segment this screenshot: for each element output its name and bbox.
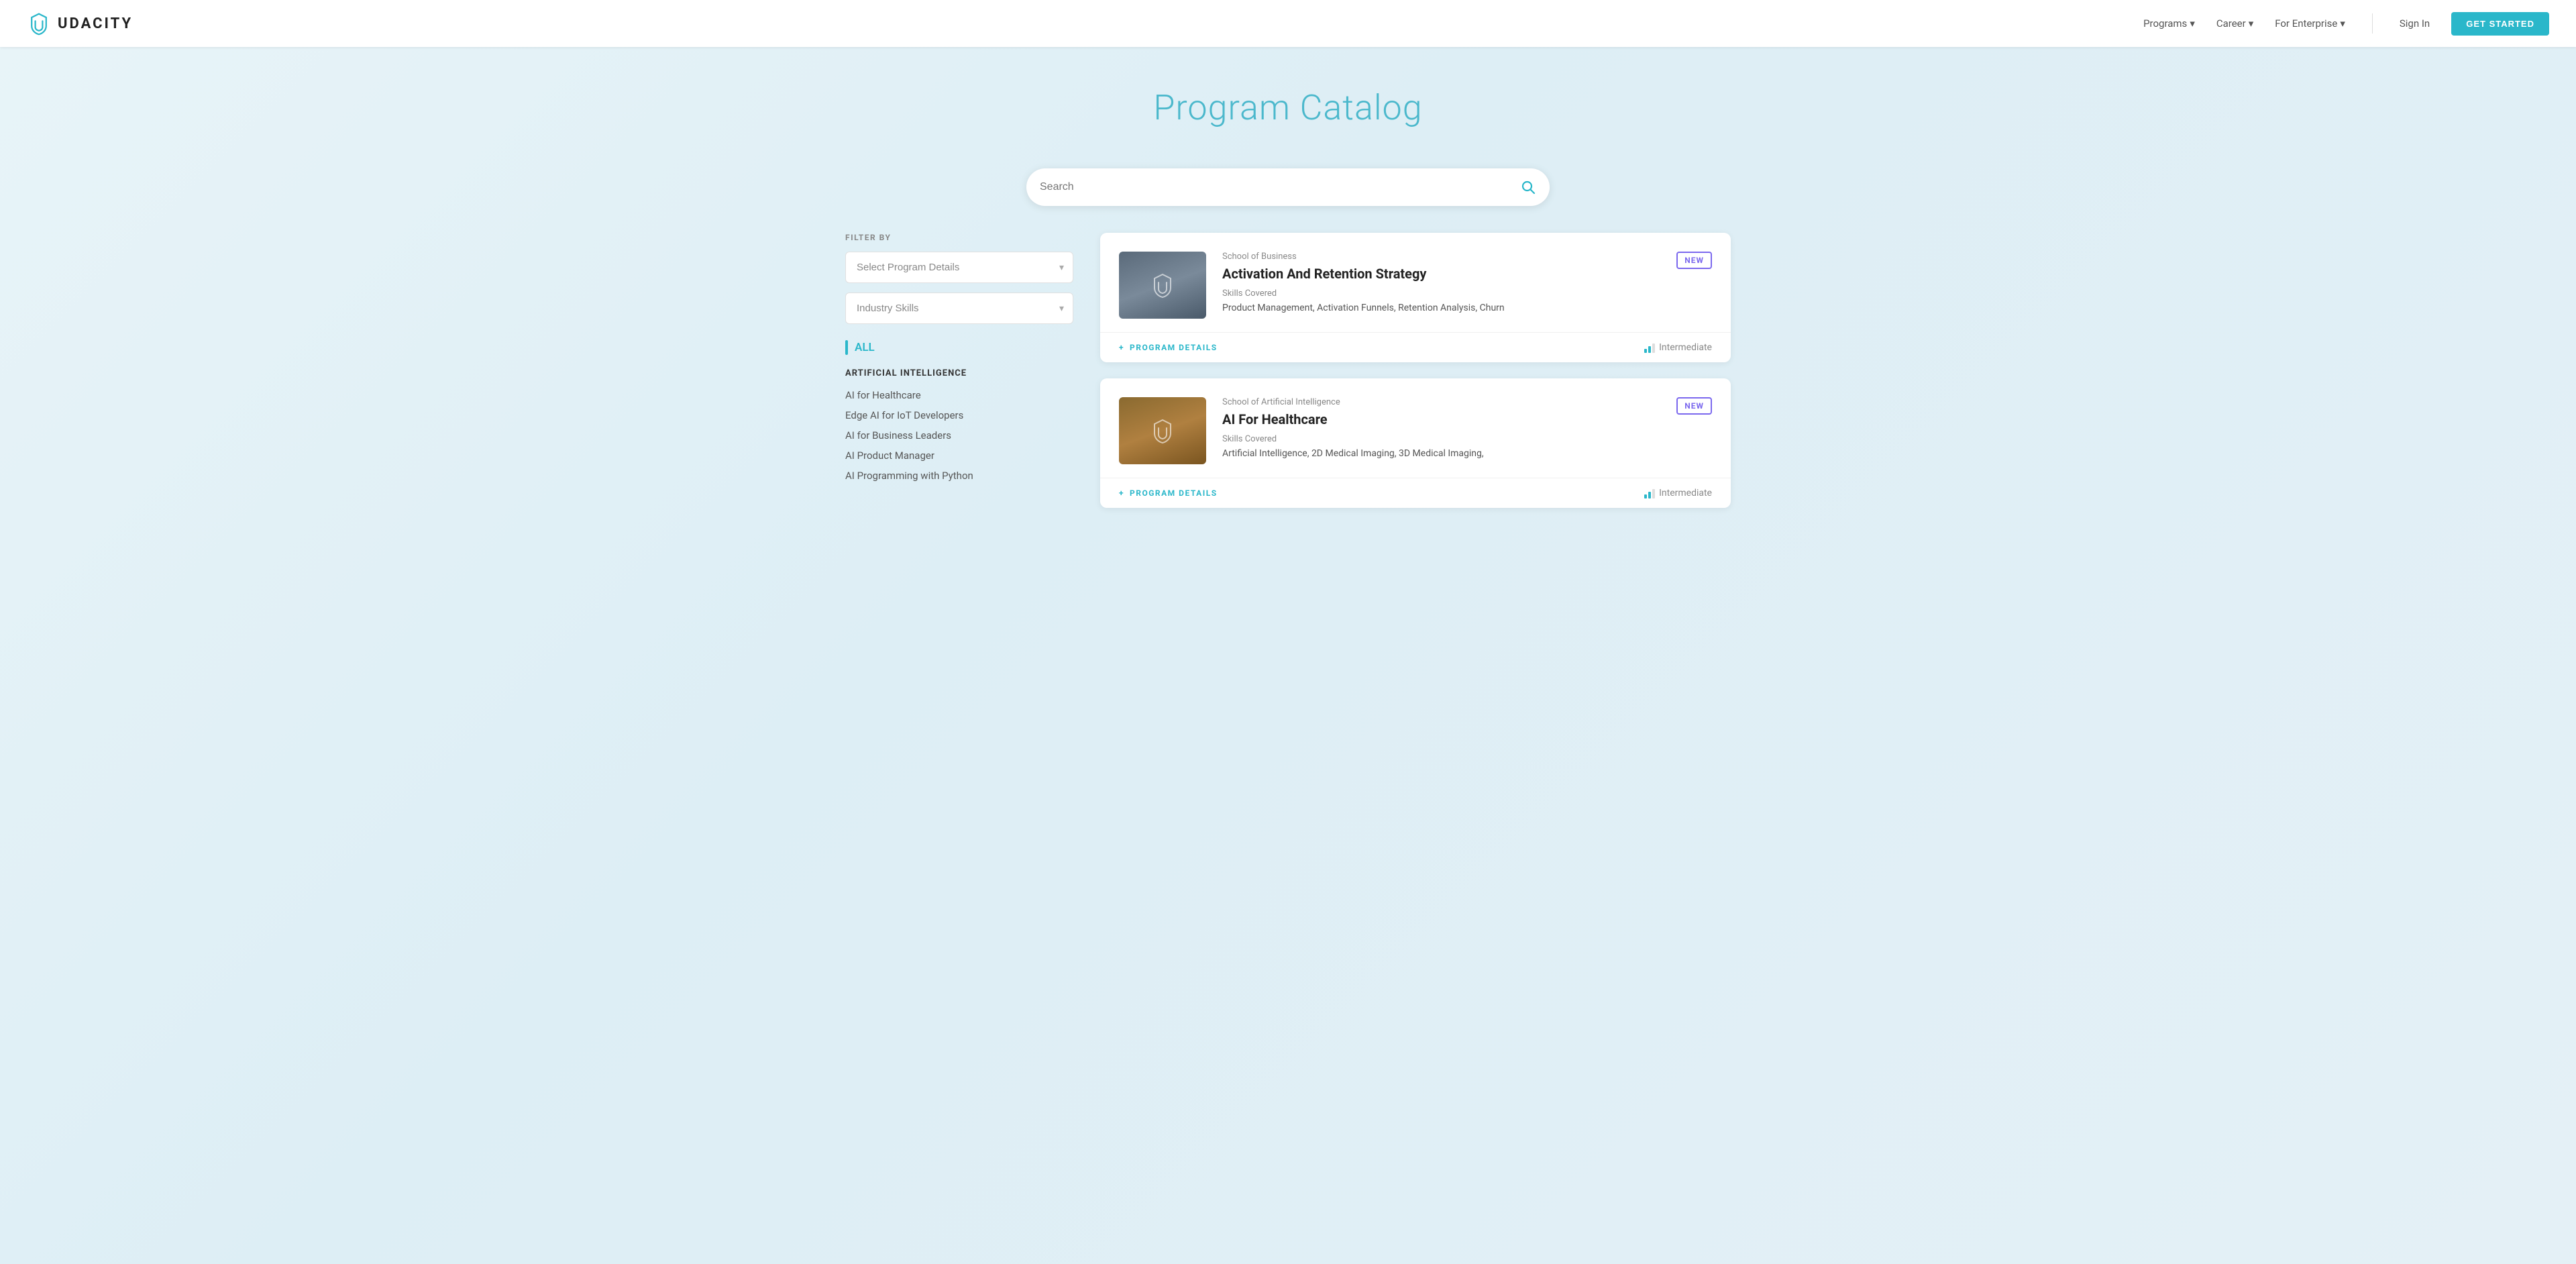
card-footer: + PROGRAM DETAILS Intermediate	[1100, 478, 1731, 508]
logo[interactable]: UDACITY	[27, 11, 133, 36]
chevron-down-icon: ▾	[2340, 17, 2345, 30]
level-bar-3	[1652, 489, 1655, 498]
program-details-label: PROGRAM DETAILS	[1130, 343, 1218, 352]
level-label: Intermediate	[1659, 488, 1712, 498]
new-badge: NEW	[1676, 397, 1712, 415]
sidebar-category-ai: ARTIFICIAL INTELLIGENCE	[845, 368, 1073, 378]
card-ai-healthcare: School of Artificial Intelligence AI For…	[1100, 378, 1731, 508]
card-top: School of Business Activation And Retent…	[1100, 233, 1731, 332]
search-box	[1026, 168, 1550, 206]
get-started-button[interactable]: GET STARTED	[2451, 12, 2549, 36]
level-bar-1	[1644, 494, 1647, 498]
search-button[interactable]	[1520, 179, 1536, 195]
industry-skills-filter: Industry Skills ▾	[845, 293, 1073, 324]
plus-icon: +	[1119, 488, 1124, 498]
level-icon	[1644, 342, 1655, 353]
navbar: UDACITY Programs ▾ Career ▾ For Enterpri…	[0, 0, 2576, 47]
program-details-link[interactable]: + PROGRAM DETAILS	[1119, 343, 1218, 352]
card-activation-retention: School of Business Activation And Retent…	[1100, 233, 1731, 362]
card-info: School of Artificial Intelligence AI For…	[1222, 397, 1660, 461]
level-bar-3	[1652, 344, 1655, 353]
page-title: Program Catalog	[13, 87, 2563, 128]
card-level: Intermediate	[1644, 342, 1712, 353]
chevron-down-icon: ▾	[2190, 17, 2195, 30]
new-badge: NEW	[1676, 252, 1712, 269]
sidebar-item-ai-healthcare[interactable]: AI for Healthcare	[845, 385, 1073, 405]
sidebar-item-ai-product[interactable]: AI Product Manager	[845, 445, 1073, 466]
plus-icon: +	[1119, 343, 1124, 352]
card-info: School of Business Activation And Retent…	[1222, 252, 1660, 315]
nav-programs[interactable]: Programs ▾	[2143, 17, 2195, 30]
main-layout: FILTER BY Select Program Details ▾ Indus…	[818, 233, 1758, 548]
search-section	[0, 168, 2576, 206]
sidebar-all-filter[interactable]: ALL	[845, 340, 1073, 355]
nav-career[interactable]: Career ▾	[2216, 17, 2253, 30]
card-skills-label: Skills Covered	[1222, 288, 1660, 299]
card-top: School of Artificial Intelligence AI For…	[1100, 378, 1731, 478]
industry-skills-select[interactable]: Industry Skills	[845, 293, 1073, 324]
udacity-thumb-logo	[1149, 272, 1176, 299]
card-footer: + PROGRAM DETAILS Intermediate	[1100, 332, 1731, 362]
level-icon	[1644, 488, 1655, 498]
card-school: School of Artificial Intelligence	[1222, 397, 1660, 407]
card-title: AI For Healthcare	[1222, 411, 1660, 427]
card-thumbnail	[1119, 397, 1206, 464]
udacity-logo-icon	[27, 11, 51, 36]
logo-text: UDACITY	[58, 15, 133, 32]
card-school: School of Business	[1222, 252, 1660, 262]
nav-enterprise[interactable]: For Enterprise ▾	[2275, 17, 2345, 30]
card-thumbnail	[1119, 252, 1206, 319]
program-details-link[interactable]: + PROGRAM DETAILS	[1119, 488, 1218, 498]
nav-links: Programs ▾ Career ▾ For Enterprise ▾ Sig…	[2143, 12, 2549, 36]
card-title: Activation And Retention Strategy	[1222, 266, 1660, 282]
program-details-select[interactable]: Select Program Details	[845, 252, 1073, 283]
program-details-label: PROGRAM DETAILS	[1130, 488, 1218, 498]
sidebar-item-edge-ai[interactable]: Edge AI for IoT Developers	[845, 405, 1073, 425]
sidebar: FILTER BY Select Program Details ▾ Indus…	[845, 233, 1073, 508]
hero-section: Program Catalog	[0, 47, 2576, 155]
card-level: Intermediate	[1644, 488, 1712, 498]
program-details-filter: Select Program Details ▾	[845, 252, 1073, 283]
card-skills-label: Skills Covered	[1222, 434, 1660, 444]
sidebar-item-ai-business[interactable]: AI for Business Leaders	[845, 425, 1073, 445]
level-label: Intermediate	[1659, 342, 1712, 353]
search-input[interactable]	[1040, 181, 1520, 193]
level-bar-2	[1648, 492, 1651, 498]
level-bar-2	[1648, 346, 1651, 353]
chevron-down-icon: ▾	[2249, 17, 2254, 30]
sidebar-item-ai-python[interactable]: AI Programming with Python	[845, 466, 1073, 486]
catalog: School of Business Activation And Retent…	[1100, 233, 1731, 508]
card-skills: Product Management, Activation Funnels, …	[1222, 301, 1660, 315]
card-skills: Artificial Intelligence, 2D Medical Imag…	[1222, 447, 1660, 461]
level-bar-1	[1644, 349, 1647, 353]
signin-link[interactable]: Sign In	[2400, 17, 2430, 30]
sidebar-ai-category: ARTIFICIAL INTELLIGENCE AI for Healthcar…	[845, 368, 1073, 486]
udacity-thumb-logo	[1149, 417, 1176, 444]
all-bar-indicator	[845, 340, 848, 355]
nav-divider	[2372, 13, 2373, 34]
search-icon	[1520, 179, 1536, 195]
all-label: ALL	[855, 341, 875, 354]
filter-label: FILTER BY	[845, 233, 1073, 242]
